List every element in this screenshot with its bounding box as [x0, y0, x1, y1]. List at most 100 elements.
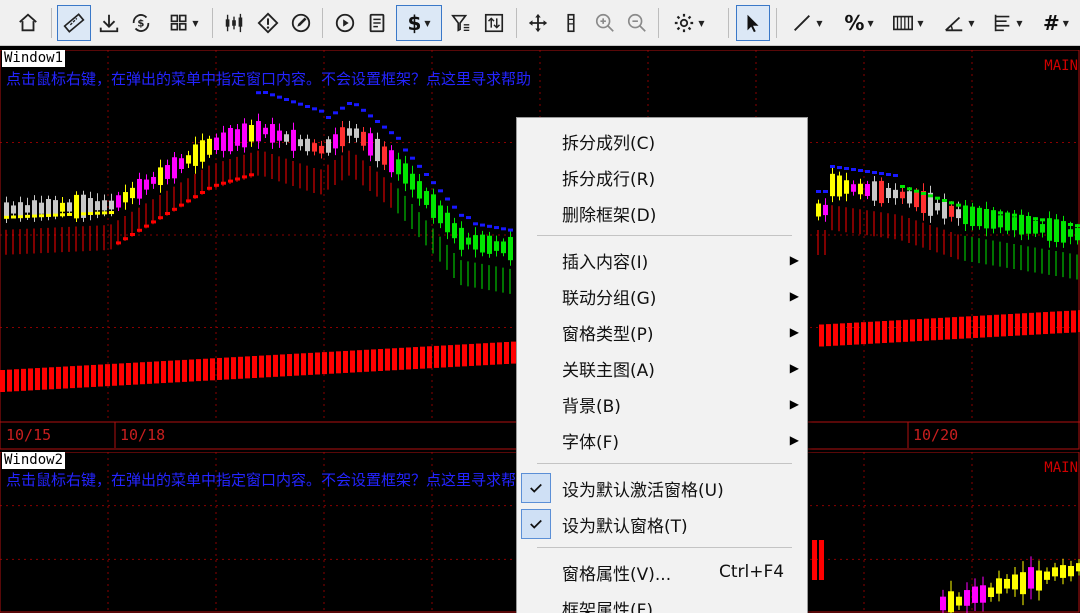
window-2-help-link[interactable]: 点击鼠标右键，在弹出的菜单中指定窗口内容。不会设置框架？点这里寻求帮助 — [6, 469, 531, 490]
candle-body — [424, 191, 429, 205]
volume-block — [434, 345, 439, 368]
volume-block — [980, 315, 985, 338]
refresh-dollar-icon[interactable]: $ — [126, 5, 156, 41]
volume-block — [49, 367, 54, 390]
candle-body — [130, 187, 135, 199]
menu-item-pane-properties[interactable]: 窗格属性(V)... Ctrl+F4 — [517, 555, 807, 589]
volume-block — [147, 361, 152, 384]
indicator-dot — [977, 207, 982, 211]
candle-body — [893, 189, 898, 199]
zoom-in-icon[interactable] — [590, 5, 620, 41]
indicator-dot — [949, 201, 954, 205]
menu-item-default-pane[interactable]: 设为默认窗格(T) — [517, 507, 807, 541]
volume-block — [441, 345, 446, 368]
edit-note-icon[interactable] — [286, 5, 316, 41]
swap-arrows-icon[interactable] — [478, 5, 510, 41]
filter-stock-icon[interactable] — [446, 5, 476, 41]
indicator-dot — [298, 102, 303, 106]
candle-body — [263, 127, 268, 135]
indicator-dot — [830, 165, 835, 168]
download-icon[interactable] — [94, 5, 124, 41]
menu-item-default-active-pane[interactable]: 设为默认激活窗格(U) — [517, 471, 807, 505]
candle-body — [494, 241, 499, 251]
menu-item-delete-frame[interactable]: 删除框架(D) — [517, 196, 807, 230]
volume-block — [1022, 313, 1027, 336]
angle-tool-icon[interactable]: ▼ — [936, 5, 982, 41]
volume-block — [343, 350, 348, 373]
line-tool-icon[interactable]: ▼ — [782, 5, 832, 41]
candle-body — [942, 199, 947, 219]
candle-body — [823, 204, 828, 216]
candlestick-icon[interactable] — [218, 5, 250, 41]
currency-dropdown[interactable]: $ ▼ — [396, 5, 442, 41]
volume-block — [819, 324, 824, 347]
volume-block — [203, 358, 208, 381]
home-icon[interactable] — [10, 5, 46, 41]
settings-gear-icon[interactable]: ▼ — [664, 5, 714, 41]
indicator-dot — [340, 106, 345, 110]
indicator-dot — [53, 213, 58, 217]
menu-item-pane-type[interactable]: 窗格类型(P) ▶ — [517, 315, 807, 349]
candle-body — [144, 179, 149, 190]
volume-block — [413, 347, 418, 370]
indicator-dot — [291, 100, 296, 104]
date-label: 10/15 — [6, 426, 52, 444]
channel-tool-icon[interactable]: ▼ — [884, 5, 932, 41]
menu-item-link-group[interactable]: 联动分组(G) ▶ — [517, 279, 807, 313]
indicator-dot — [956, 203, 961, 207]
candle-body — [970, 207, 975, 227]
candle-body — [1075, 228, 1080, 241]
volume-block — [329, 351, 334, 374]
volume-block — [126, 363, 131, 385]
indicator-dot — [998, 211, 1003, 215]
indicator-dot — [1012, 213, 1017, 217]
indicator-dot — [417, 164, 422, 168]
layout-grid-icon[interactable]: ▼ — [160, 5, 208, 41]
volume-block — [854, 322, 859, 345]
menu-item-label: 字体(F) — [562, 432, 620, 453]
indicator-dot — [914, 189, 919, 193]
volume-block — [1001, 314, 1006, 337]
submenu-arrow-icon: ▶ — [789, 289, 799, 303]
window-1-help-link[interactable]: 点击鼠标右键，在弹出的菜单中指定窗口内容。不会设置框架？点这里寻求帮助 — [6, 68, 531, 89]
play-icon[interactable] — [330, 5, 360, 41]
grid-tool[interactable]: # ▼ — [1034, 5, 1078, 41]
document-icon[interactable] — [362, 5, 392, 41]
volume-block — [210, 358, 215, 381]
candle-body — [980, 585, 986, 603]
menu-item-split-rows[interactable]: 拆分成行(R) — [517, 160, 807, 194]
percent-tool[interactable]: % ▼ — [836, 5, 882, 41]
vertical-bar-icon[interactable] — [556, 5, 586, 41]
menu-item-split-columns[interactable]: 拆分成列(C) — [517, 124, 807, 158]
zoom-out-icon[interactable] — [622, 5, 652, 41]
volume-block — [301, 353, 306, 376]
indicator-dot — [865, 170, 870, 173]
move-arrows-icon[interactable] — [522, 5, 554, 41]
volume-block — [910, 319, 915, 342]
candle-body — [501, 241, 506, 254]
indicator-dot — [900, 185, 905, 188]
measure-ruler-icon[interactable] — [57, 5, 91, 41]
pointer-cursor-icon[interactable] — [736, 5, 770, 41]
chevron-down-icon: ▼ — [192, 18, 199, 28]
volume-block — [861, 322, 866, 345]
menu-item-frame-properties[interactable]: 框架属性(F)... — [517, 591, 807, 613]
candle-body — [480, 234, 485, 253]
candle-body — [1052, 567, 1058, 577]
volume-block — [1064, 310, 1069, 333]
menu-item-background[interactable]: 背景(B) ▶ — [517, 387, 807, 421]
volume-block — [7, 369, 12, 392]
indicator-dot — [970, 206, 975, 210]
menu-item-font[interactable]: 字体(F) ▶ — [517, 423, 807, 457]
chevron-down-icon: ▼ — [867, 18, 874, 28]
menu-item-insert-content[interactable]: 插入内容(I) ▶ — [517, 243, 807, 277]
chevron-down-icon: ▼ — [968, 18, 975, 28]
menu-item-link-main-chart[interactable]: 关联主图(A) ▶ — [517, 351, 807, 385]
candle-body — [172, 157, 177, 179]
fibonacci-tool-icon[interactable]: ▼ — [984, 5, 1030, 41]
indicator-dot — [473, 222, 478, 226]
volume-block — [175, 360, 180, 383]
candle-body — [844, 180, 849, 194]
warning-diamond-icon[interactable] — [252, 5, 284, 41]
indicator-dot — [487, 224, 492, 228]
